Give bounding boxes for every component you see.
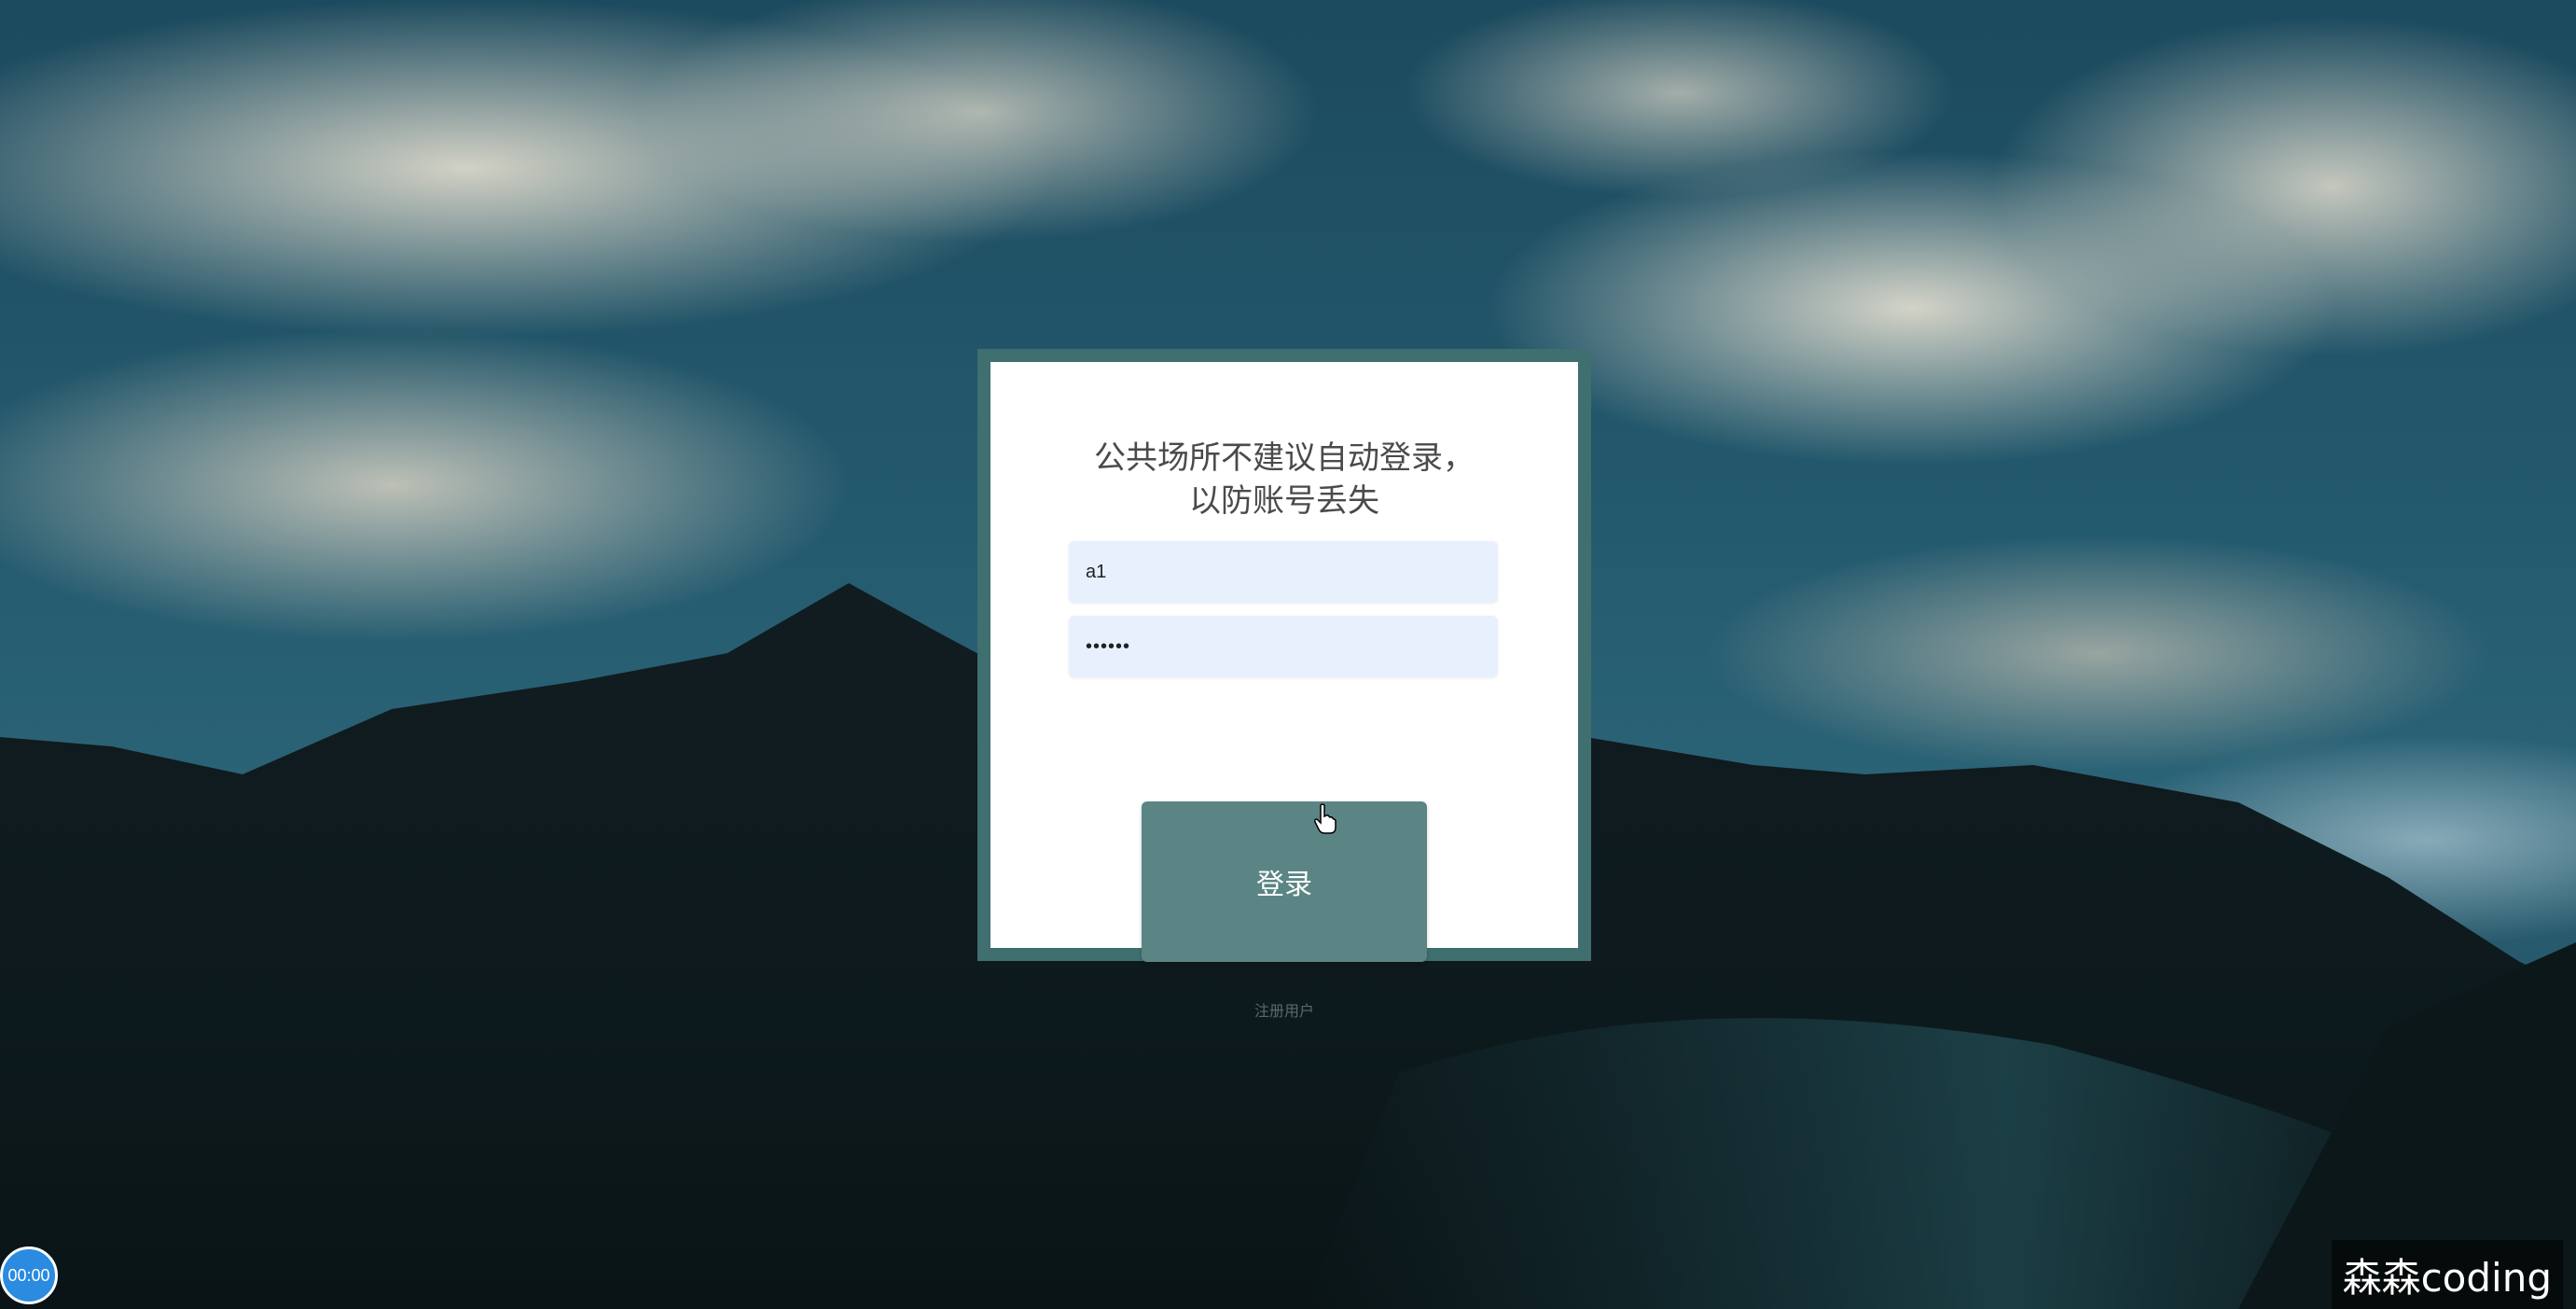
- username-input[interactable]: a1: [1069, 541, 1498, 603]
- password-input[interactable]: ••••••: [1069, 616, 1498, 677]
- login-notice-line2: 以防账号丢失: [1189, 482, 1379, 520]
- register-link[interactable]: 注册用户: [1212, 998, 1356, 1021]
- login-notice-line1: 公共场所不建议自动登录，: [1094, 439, 1475, 477]
- login-notice-title: 公共场所不建议自动登录， 以防账号丢失: [990, 437, 1578, 522]
- watermark-label: 森森coding: [2331, 1240, 2563, 1309]
- hand-cursor-icon: [1314, 803, 1336, 834]
- recording-timer: 00:00: [0, 1246, 58, 1304]
- login-button[interactable]: 登录: [1142, 801, 1427, 962]
- login-page-background: 公共场所不建议自动登录， 以防账号丢失 a1 •••••• 登录 注册用户 00…: [0, 0, 2576, 1309]
